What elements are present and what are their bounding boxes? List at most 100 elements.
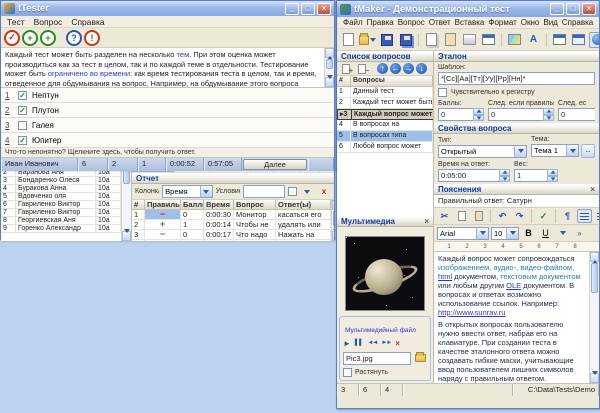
answer-row[interactable]: 3 Галея (1, 118, 334, 133)
combo-arrow-icon[interactable] (476, 227, 488, 239)
filter-checkbox[interactable] (288, 187, 297, 196)
help-icon[interactable]: ? (66, 29, 82, 46)
menu-help[interactable]: Справка (71, 17, 104, 27)
next-if-wrong-input[interactable] (558, 108, 595, 121)
preview-icon[interactable] (589, 31, 599, 48)
move-right-icon[interactable]: → (403, 63, 414, 74)
move-up-icon[interactable]: ↑ (377, 63, 388, 74)
menu-insert[interactable]: Вставка (455, 18, 485, 27)
report-row[interactable]: 4 + 1 0:00:22 Компьютер перезагрузить (132, 240, 331, 241)
move-down-icon[interactable]: ↓ (416, 63, 427, 74)
user-row[interactable]: 3 Бондаренко Олеся 10a (1, 177, 121, 185)
question-row[interactable]: 6 Любой вопрос может (337, 142, 433, 153)
answer-row[interactable]: 1 Нептун (1, 88, 334, 103)
menu-format[interactable]: Формат (488, 18, 516, 27)
next-question-icon[interactable]: + (40, 29, 56, 46)
col-rep-score[interactable]: Баллы (181, 200, 204, 210)
answer-checkbox[interactable] (18, 105, 27, 115)
answer-checkbox[interactable] (18, 135, 27, 145)
cut-icon[interactable]: ✂ (437, 209, 452, 223)
answer-checkbox[interactable] (18, 90, 27, 100)
menu-test[interactable]: Тест (7, 17, 25, 27)
redo-icon[interactable]: ↷ (512, 209, 527, 223)
link-ole[interactable]: OLE (506, 281, 521, 290)
save-icon[interactable] (378, 32, 395, 48)
scroll-up-icon[interactable] (590, 252, 599, 264)
spellcheck-icon[interactable]: ✓ (536, 209, 551, 223)
theme-combo[interactable]: Тема 1 (531, 144, 579, 157)
font-color-icon[interactable] (555, 226, 570, 240)
paragraph-icon[interactable]: ¶ (560, 209, 575, 223)
prev-icon[interactable]: ◄◄ (367, 340, 378, 346)
question-editor[interactable]: Каждый вопрос может сопровождаться изобр… (434, 252, 599, 383)
description-scrollbar[interactable] (324, 48, 334, 87)
theme-browse-button[interactable]: ... (581, 144, 595, 158)
user-row[interactable]: 6 Гавриленко Виктор 10a (1, 201, 121, 209)
report-row[interactable]: 3 − 0 0:00:17 Что надо Нажать на (132, 230, 331, 240)
add-answer-icon[interactable]: + (22, 29, 38, 46)
link-html[interactable]: html (438, 272, 452, 281)
browse-media-icon[interactable] (413, 351, 427, 365)
font-icon[interactable]: A (525, 32, 542, 48)
question-row[interactable]: 2 Каждый тест может быть (337, 98, 433, 109)
col-rep-question[interactable]: Вопрос (234, 200, 276, 210)
question-row-current[interactable]: ▸3 Каждый вопрос может (337, 109, 433, 120)
new-file-icon[interactable] (340, 32, 357, 48)
report-scrollbar[interactable] (330, 200, 334, 241)
scroll-down-icon[interactable] (331, 229, 334, 241)
save-all-icon[interactable] (397, 32, 414, 48)
case-sensitive-checkbox[interactable] (438, 88, 447, 97)
link-sunrav[interactable]: http://www.sunrav.ru (438, 308, 505, 317)
score-input[interactable] (438, 108, 473, 121)
maximize-button[interactable]: □ (566, 3, 580, 15)
type-combo[interactable]: Открытый (438, 144, 527, 158)
score-spinner[interactable] (473, 108, 484, 121)
condition-input[interactable] (243, 185, 285, 198)
underline-button[interactable]: U (538, 226, 553, 240)
hint-link[interactable]: Что-то непонятно? Щелкните здесь, чтобы … (1, 148, 334, 158)
filter-clear-icon[interactable]: x (317, 185, 331, 199)
menu-question[interactable]: Вопрос (34, 17, 63, 27)
next-button[interactable]: Далее (243, 159, 307, 170)
user-row[interactable]: 9 Горенко Александр 10a (1, 225, 121, 233)
answer-row[interactable]: 2 Плутон (1, 103, 334, 118)
weight-spinner[interactable] (547, 169, 558, 182)
report-row[interactable]: 1 − 0 0:00:30 Монитор касаться его (132, 210, 331, 220)
remove-media-icon[interactable]: × (395, 339, 400, 348)
question-row[interactable]: 5В вопросах типа (337, 131, 433, 142)
tmaker-titlebar[interactable]: tMaker - Демонстрационный тест _ □ × (337, 1, 599, 17)
link-topics[interactable]: тем (177, 50, 190, 59)
menu-edit[interactable]: Правка (367, 18, 394, 27)
print-icon[interactable] (461, 32, 478, 48)
user-row[interactable]: 4 Буракова Анна 10a (1, 185, 121, 193)
close-multimedia-icon[interactable]: × (424, 217, 429, 226)
stretch-checkbox[interactable] (343, 368, 352, 377)
menu-file[interactable]: Файл (343, 18, 363, 27)
close-button[interactable]: × (317, 2, 331, 15)
paste-icon[interactable] (442, 32, 459, 48)
scroll-up-icon[interactable] (331, 200, 334, 212)
properties-icon[interactable] (480, 32, 497, 48)
play-icon[interactable]: ► (343, 339, 351, 348)
paste-icon[interactable] (471, 209, 486, 223)
pause-icon[interactable]: ▌▌ (355, 340, 364, 346)
window-list-icon[interactable] (570, 32, 587, 48)
scroll-down-icon[interactable] (122, 229, 131, 241)
weight-input[interactable] (514, 169, 547, 182)
add-question-icon[interactable]: + (339, 62, 353, 76)
next-if-correct-spinner[interactable] (543, 108, 554, 121)
link-time-limit[interactable]: ограничено во времени (48, 69, 130, 78)
finish-test-icon[interactable]: ✓ (4, 29, 20, 46)
delete-question-icon[interactable]: − (355, 62, 369, 76)
filter-apply-icon[interactable] (300, 185, 314, 199)
question-row[interactable]: 4В вопросах на (337, 120, 433, 131)
combo-arrow-icon[interactable] (199, 186, 212, 197)
move-left-icon[interactable]: ← (390, 63, 401, 74)
menu-window[interactable]: Окно (521, 18, 540, 27)
time-spinner[interactable] (499, 169, 510, 182)
scroll-down-icon[interactable] (325, 75, 334, 87)
col-q-num[interactable]: # (337, 76, 351, 87)
report-row[interactable]: 2 + 1 0:00:14 Чтобы не удалять или (132, 220, 331, 230)
scroll-up-icon[interactable] (325, 48, 334, 60)
col-rep-time[interactable]: Время (204, 200, 234, 210)
